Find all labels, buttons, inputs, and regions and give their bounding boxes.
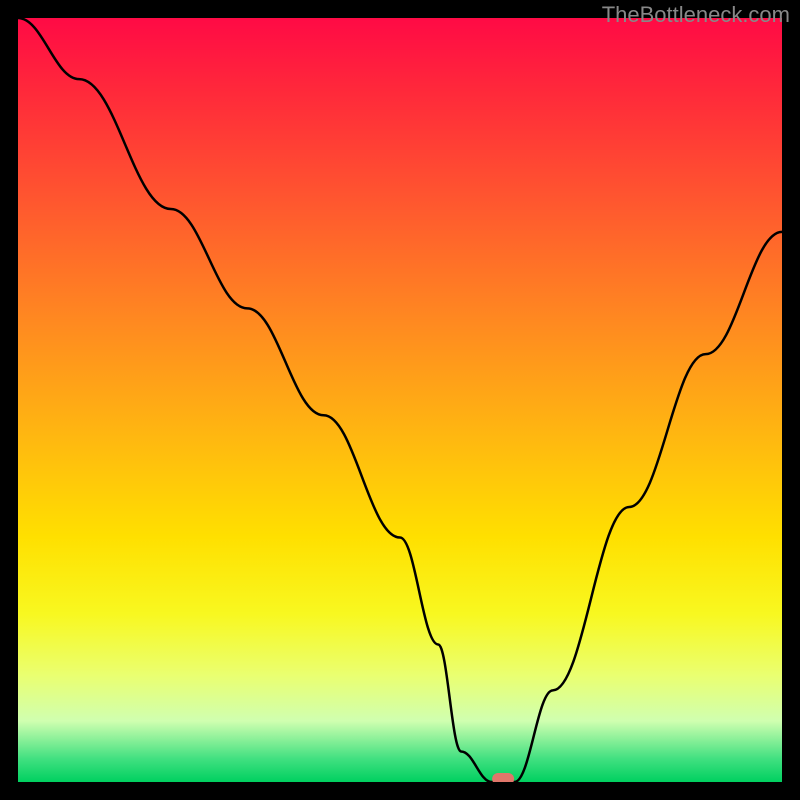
watermark-text: TheBottleneck.com bbox=[602, 2, 790, 28]
bottleneck-chart bbox=[18, 18, 782, 782]
gradient-background bbox=[18, 18, 782, 782]
chart-svg bbox=[18, 18, 782, 782]
optimum-marker bbox=[492, 773, 514, 782]
